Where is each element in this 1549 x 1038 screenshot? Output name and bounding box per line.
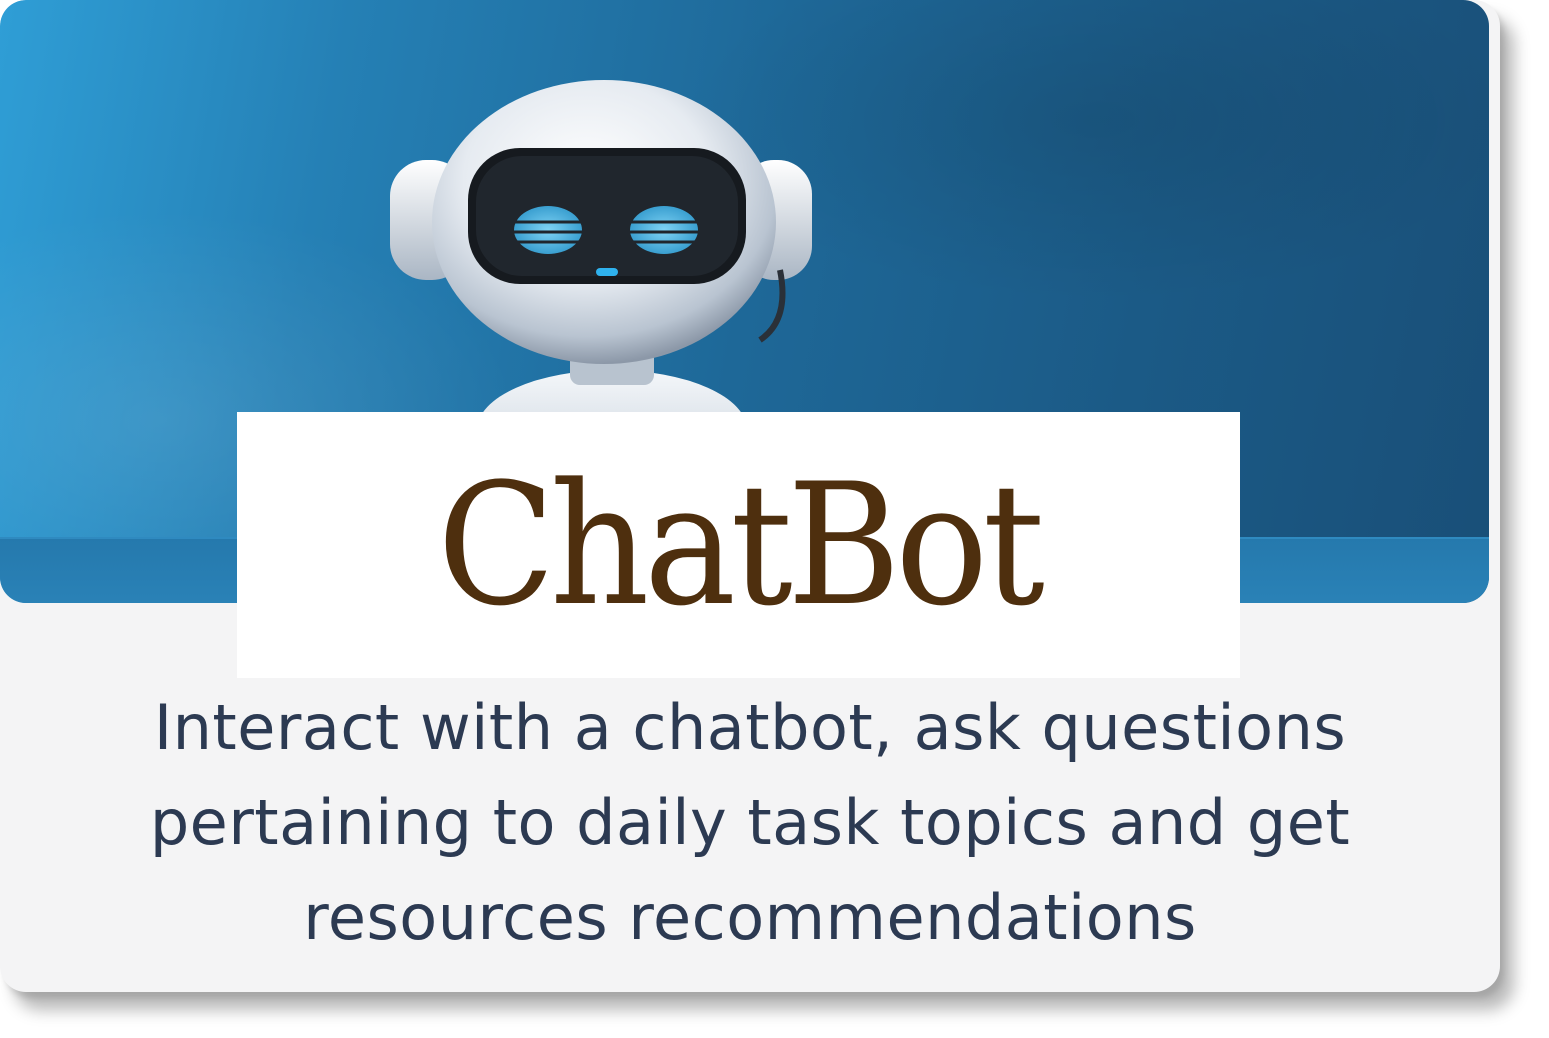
- card-title: ChatBot: [437, 447, 1045, 643]
- chatbot-card[interactable]: ChatBot Interact with a chatbot, ask que…: [0, 0, 1500, 992]
- title-box: ChatBot: [237, 412, 1240, 678]
- card-description: Interact with a chatbot, ask questions p…: [149, 691, 1351, 954]
